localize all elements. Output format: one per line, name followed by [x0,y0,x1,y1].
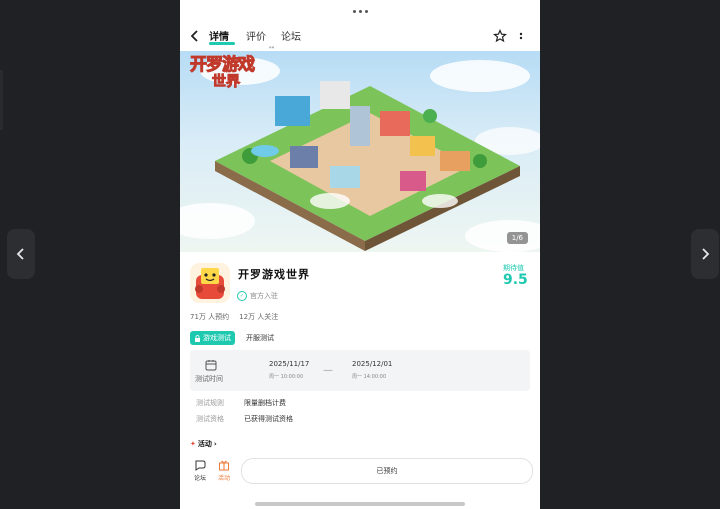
more-vertical-icon [519,32,523,40]
home-indicator [255,502,465,506]
bottom-forum-button[interactable]: 论坛 [190,459,210,482]
active-tab-indicator [209,42,235,45]
lock-icon [195,334,200,342]
game-icon [190,263,230,303]
previous-page-button[interactable] [7,229,35,279]
rule-key-2: 测试资格 [196,415,224,423]
gift-icon [219,460,229,471]
back-arrow-icon [190,30,198,42]
start-time: 周一 10:00:00 [269,374,304,380]
game-stats: 71万 人预约 12万 人关注 [190,312,278,322]
test-time-label: 测试时间 [195,375,223,383]
more-dots-icon[interactable] [352,9,368,13]
end-date: 2025/12/01 [352,360,393,368]
pin-icon: ✦ [190,440,196,448]
favorite-button[interactable] [492,28,508,47]
tab-details[interactable]: 详情 [209,28,229,43]
chevron-right-icon [702,248,710,260]
follower-count: 12万 人关注 [239,313,279,321]
test-badge: 游戏测试 [190,331,235,345]
next-page-button[interactable] [691,229,719,279]
activity-link[interactable]: ✦ 活动 › [190,439,217,449]
calendar-icon [205,360,217,371]
more-menu-button[interactable] [518,28,524,47]
test-type: 开服测试 [246,334,274,342]
chevron-left-icon [16,248,24,260]
rule-key-1: 测试规则 [196,399,224,407]
date-separator: — [323,365,333,376]
expectation-score: 9.5 [503,272,528,288]
test-time-card: 测试时间 2025/11/17 周一 10:00:00 — 2025/12/01… [190,350,530,391]
chat-icon [195,460,205,471]
bottom-activity-button[interactable]: 活动 [214,459,234,482]
tab-forum[interactable]: 论坛 [281,28,301,43]
screen-edge-bar [0,70,3,130]
start-date: 2025/11/17 [269,360,310,368]
game-logo: 开罗游戏 世界 [190,55,256,90]
back-button[interactable] [190,26,204,46]
chevron-right-small-icon: › [213,440,217,448]
reserved-button[interactable]: 已预约 [241,458,533,484]
end-time: 周一 14:00:00 [352,374,387,380]
rule-value-2: 已获得测试资格 [244,415,293,423]
official-badge: ✓ 官方入驻 [237,291,278,301]
star-outline-icon [492,28,508,43]
game-banner-carousel[interactable]: 开罗游戏 世界 1/6 [180,51,540,252]
verified-icon: ✓ [237,291,247,301]
page-indicator: 1/6 [506,232,528,244]
reservation-count: 71万 人预约 [190,313,230,321]
app-window: 详情 评价 "" 论坛 开罗游戏 世界 1/6 开罗游戏世界 ✓ 官方入驻 期待… [180,0,540,509]
game-title: 开罗游戏世界 [238,268,310,281]
header-bar: 详情 评价 "" 论坛 [180,22,540,53]
tab-reviews[interactable]: 评价 [246,28,266,43]
rule-value-1: 限量删档计费 [244,399,286,407]
status-bar [180,0,540,22]
